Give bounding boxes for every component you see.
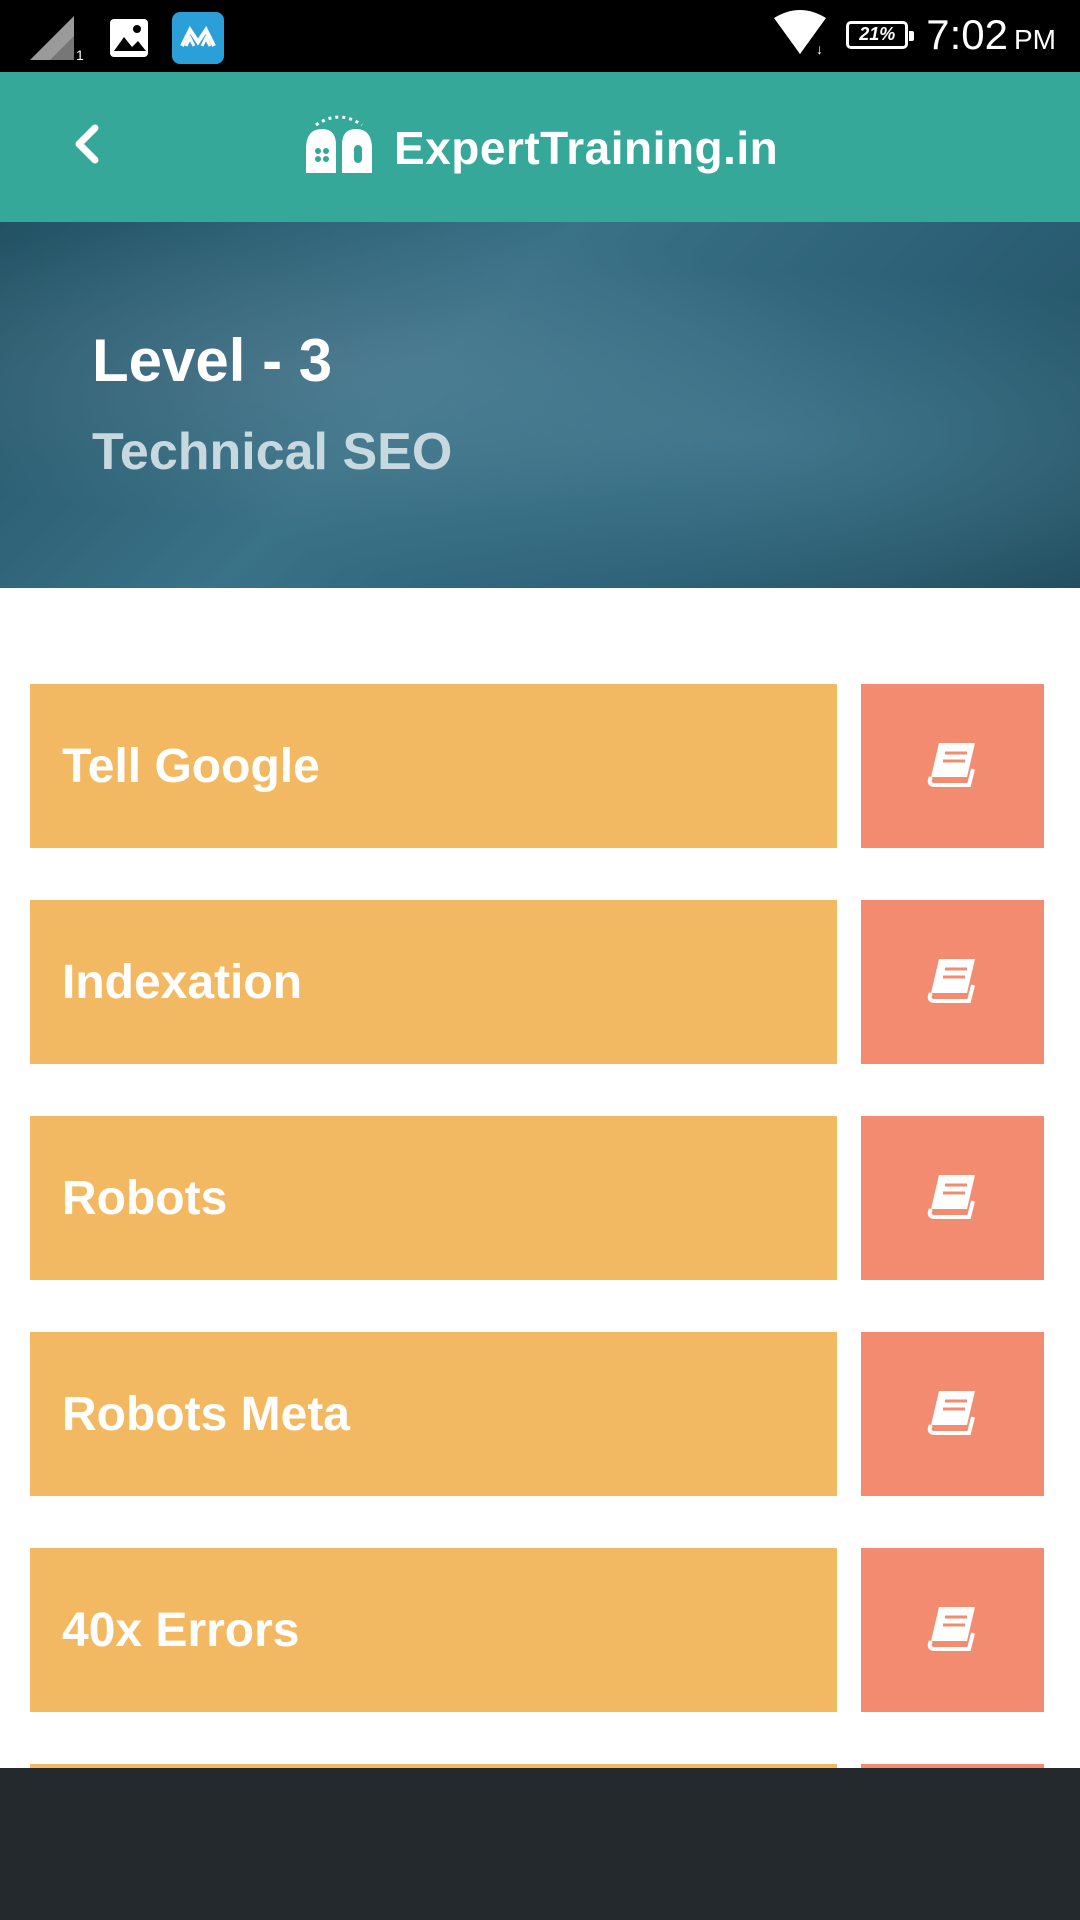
book-icon (923, 955, 983, 1010)
clock: 7:02 PM (926, 11, 1056, 59)
hero-banner: Level - 3 Technical SEO (0, 222, 1080, 588)
status-right-icons: ↓ 21% 7:02 PM (772, 8, 1056, 61)
status-bar: 1 ↓ 21% 7:02 PM (0, 0, 1080, 72)
book-icon (923, 1171, 983, 1226)
topic-button[interactable]: Robots (30, 1116, 837, 1280)
clock-time: 7:02 (926, 10, 1008, 58)
level-title: Level - 3 (92, 327, 333, 394)
topic-row: Robots (30, 1116, 1044, 1280)
book-icon (923, 1387, 983, 1442)
battery-icon: 21% (846, 20, 915, 49)
topic-button[interactable]: Robots Meta (30, 1332, 837, 1496)
book-button[interactable] (861, 1116, 1044, 1280)
svg-text:↓: ↓ (816, 41, 823, 56)
svg-text:1: 1 (76, 47, 84, 62)
app-bar: ExpertTraining.in (0, 72, 1080, 222)
topic-row: Robots Meta (30, 1332, 1044, 1496)
brand-name: ExpertTraining.in (394, 122, 779, 174)
wifi-icon: ↓ (772, 8, 828, 61)
topic-row: Tell Google (30, 684, 1044, 848)
app-icon (172, 12, 224, 69)
topic-button[interactable]: 40x Errors (30, 1548, 837, 1712)
back-button[interactable] (56, 116, 116, 176)
book-button[interactable] (861, 900, 1044, 1064)
chevron-left-icon (71, 124, 101, 169)
bottom-navigation-bar (0, 1768, 1080, 1920)
book-icon (923, 1603, 983, 1658)
book-button[interactable] (861, 684, 1044, 848)
topic-row: Indexation (30, 900, 1044, 1064)
book-icon (923, 739, 983, 794)
topic-row: 40x Errors (30, 1548, 1044, 1712)
book-button[interactable] (861, 1548, 1044, 1712)
level-subtitle: Technical SEO (92, 423, 453, 481)
topic-button[interactable]: Indexation (30, 900, 837, 1064)
signal-icon: 1 (28, 14, 86, 67)
book-button[interactable] (861, 1332, 1044, 1496)
gallery-icon (108, 17, 150, 64)
status-left-icons: 1 (28, 12, 224, 69)
topic-button[interactable]: Tell Google (30, 684, 837, 848)
clock-ampm: PM (1014, 23, 1056, 55)
brand-logo-icon (302, 115, 376, 182)
battery-level: 21% (859, 24, 896, 44)
hero-overlay (0, 222, 1080, 588)
brand: ExpertTraining.in (302, 108, 778, 188)
